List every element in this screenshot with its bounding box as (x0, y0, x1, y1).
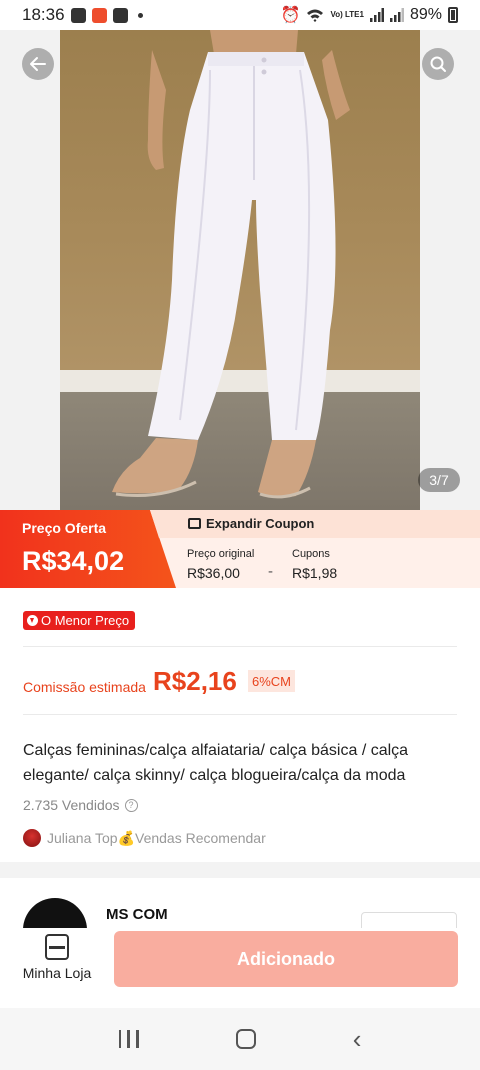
minus-sign: - (268, 563, 273, 580)
product-title: Calças femininas/calça alfaiataria/ calç… (23, 742, 409, 784)
price-banner: Preço Oferta R$34,02 Expandir Coupon Pre… (0, 510, 480, 588)
status-time: 18:36 (22, 5, 65, 24)
original-price-value: R$36,00 (187, 565, 240, 581)
shopee-notification-icon (91, 7, 107, 23)
commission-value: R$2,16 (153, 666, 237, 696)
home-icon[interactable] (235, 1029, 256, 1049)
image-counter: 3/7 (418, 468, 460, 492)
expand-coupon-label: Expandir Coupon (206, 516, 315, 531)
shop-follow-button[interactable] (361, 912, 457, 928)
search-icon (430, 56, 446, 72)
lowest-price-label: O Menor Preço (41, 613, 130, 628)
product-photo[interactable] (60, 30, 420, 510)
offer-price: R$34,02 (22, 546, 125, 576)
sold-count: 2.735 Vendidos ? (23, 797, 138, 813)
wifi-icon (307, 9, 324, 22)
battery-icon (448, 7, 458, 23)
coupons-label: Cupons (292, 548, 330, 560)
app-notification-icon (112, 7, 128, 23)
shop-avatar[interactable] (23, 898, 87, 928)
signal-icon-2 (389, 8, 404, 22)
status-bar: 18:36 ⏰ Vo) LTE1 89% (0, 0, 480, 30)
product-gallery[interactable]: 3/7 (0, 30, 480, 510)
commission-percent-badge: 6%CM (248, 670, 296, 692)
status-right: ⏰ Vo) LTE1 89% (281, 5, 458, 25)
back-nav-icon[interactable]: ‹ (353, 1026, 362, 1052)
divider (23, 646, 457, 647)
recommendation-row[interactable]: Juliana Top💰Vendas Recomendar (23, 829, 266, 847)
down-arrow-icon (27, 615, 38, 626)
gallery-notification-icon (70, 7, 86, 23)
shop-name[interactable]: MS COM (106, 906, 168, 923)
system-nav-bar: ‹ (0, 1008, 480, 1070)
offer-label: Preço Oferta (22, 520, 107, 536)
coupons-value: R$1,98 (292, 565, 338, 581)
white-trousers-illustration (112, 30, 350, 499)
help-icon[interactable]: ? (124, 798, 138, 812)
recommendation-text: Juliana Top💰Vendas Recomendar (47, 829, 266, 846)
battery-percent: 89% (409, 6, 442, 23)
status-left: 18:36 (22, 5, 143, 25)
arrow-left-icon (30, 57, 46, 71)
added-button[interactable]: Adicionado (114, 931, 458, 987)
coupon-icon (188, 518, 201, 529)
recent-apps-icon[interactable] (118, 1030, 139, 1048)
network-type-label: Vo) LTE1 (330, 10, 364, 19)
bottom-action-bar: Minha Loja Adicionado (0, 928, 480, 1008)
alarm-icon: ⏰ (280, 7, 301, 24)
back-button[interactable] (22, 48, 54, 80)
sold-count-text: 2.735 Vendidos (23, 797, 120, 813)
lowest-price-badge: O Menor Preço (23, 611, 136, 630)
my-store-label: Minha Loja (22, 965, 92, 981)
my-store-button[interactable]: Minha Loja (15, 934, 99, 994)
recommender-avatar (23, 829, 41, 847)
more-notifications-icon (137, 12, 143, 18)
original-price-label: Preço original (187, 548, 255, 560)
search-button[interactable] (422, 48, 454, 80)
expand-coupon-button[interactable]: Expandir Coupon (188, 516, 314, 531)
section-separator (0, 862, 480, 878)
divider (23, 714, 457, 715)
store-icon (45, 934, 69, 960)
commission-label: Comissão estimada (23, 679, 146, 695)
signal-icon (369, 8, 384, 22)
shop-row[interactable]: MS COM (0, 878, 480, 928)
